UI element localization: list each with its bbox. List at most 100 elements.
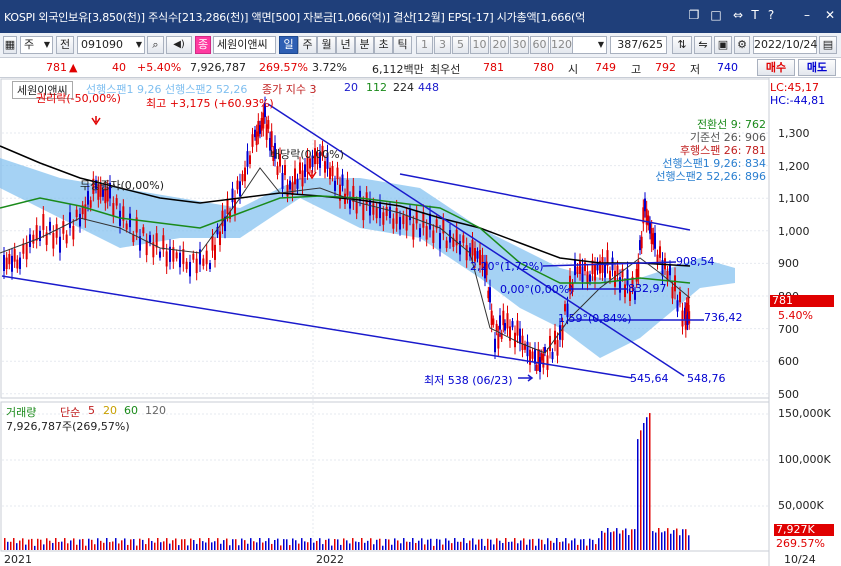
interval-button-3[interactable]: 3 — [434, 36, 451, 54]
code-input[interactable]: 091090 ▼ — [77, 36, 145, 54]
level-label-3: 736,42 — [704, 311, 743, 324]
turnover: 3.72% — [312, 61, 347, 74]
rights-drop-annotation: 권리락(-50,00%) — [36, 92, 121, 105]
chevron-down-icon: ▼ — [597, 40, 604, 49]
min-marker-icon — [518, 374, 534, 382]
price-axis-tick: 1,300 — [778, 127, 810, 140]
calendar-icon[interactable]: ▤ — [819, 36, 837, 54]
volume-axis-tick: 50,000K — [778, 499, 824, 512]
level-label-4: 545,64 — [630, 372, 669, 385]
x-label-2022: 2022 — [316, 553, 344, 566]
price-axis-tick: 500 — [778, 387, 799, 401]
vol-ma-120: 120 — [145, 404, 166, 417]
volume-axis-tick: 100,000K — [778, 453, 831, 466]
volume-percent: 269.57% — [259, 61, 308, 74]
low-label: 저 — [690, 63, 701, 76]
change-value: 40 — [112, 61, 126, 74]
window-titlebar: KOSPI 외국인보유[3,850(천)] 주식수[213,286(천)] 액면… — [0, 0, 841, 33]
minimize-icon[interactable]: – — [800, 8, 814, 22]
period-tab-5[interactable]: 초 — [374, 36, 393, 54]
price-axis-tick: 600 — [778, 355, 799, 369]
trade-amount: 6,112백만 — [372, 63, 424, 76]
max-annotation: 최고 +3,175 (+60.93%) — [146, 97, 274, 110]
dividend-annotation: 배당락(0,00%) — [270, 148, 344, 161]
angle-annotation-1: 2,20°(1,72%) — [470, 260, 544, 273]
chevron-down-icon: ▼ — [43, 40, 50, 49]
restore-icon[interactable]: ❐ — [687, 8, 701, 22]
low-price: 740 — [717, 61, 738, 74]
volume-value: 7,926,787 — [190, 61, 246, 74]
current-volume-pct: 269.57% — [776, 537, 825, 550]
search-icon[interactable]: ⌕ — [147, 36, 164, 54]
change-percent: +5.40% — [137, 61, 182, 74]
free-issue-annotation: 무상증자(0,00%) — [80, 179, 165, 192]
up-arrow-icon: ▲ — [69, 61, 78, 74]
current-pct-tag: 5.40% — [778, 309, 813, 322]
ma-448: 448 — [418, 81, 439, 94]
high-label: 고 — [631, 63, 642, 76]
chevron-down-icon: ▼ — [135, 40, 142, 49]
bid-price: 781 — [483, 61, 504, 74]
prev-button[interactable]: 전 — [56, 36, 74, 54]
volume-axis-tick: 150,000K — [778, 407, 831, 420]
chart-type-icon[interactable]: ⇋ — [694, 36, 712, 54]
interval-button-20[interactable]: 20 — [490, 36, 509, 54]
grid-icon[interactable]: ▦ — [3, 36, 17, 54]
interval-button-5[interactable]: 5 — [452, 36, 469, 54]
quote-bar: 781 ▲ 40 +5.40% 7,926,787 269.57% 3.72% … — [0, 58, 841, 78]
period-tab-0[interactable]: 일 — [279, 36, 298, 54]
price-axis-tick: 700 — [778, 322, 799, 336]
level-label-2: 832,97 — [628, 282, 667, 295]
ichimoku-legend-4: 선행스팬2 52,26: 896 — [655, 170, 766, 183]
interval-button-60[interactable]: 60 — [530, 36, 549, 54]
high-price: 792 — [655, 61, 676, 74]
speaker-icon[interactable]: ◀) — [166, 36, 192, 54]
price-axis-tick: 1,200 — [778, 159, 810, 173]
open-label: 시 — [568, 63, 579, 76]
title-text: KOSPI 외국인보유[3,850(천)] 주식수[213,286(천)] 액면… — [4, 11, 585, 24]
ma-224: 224 — [393, 81, 414, 94]
gear-icon[interactable]: ⚙ — [734, 36, 750, 54]
ma-20: 20 — [344, 81, 358, 94]
close-icon[interactable]: ✕ — [823, 8, 837, 22]
best-label: 최우선 — [430, 63, 461, 76]
flag-badge: 종 — [195, 36, 211, 54]
period-tab-1[interactable]: 주 — [298, 36, 317, 54]
min-annotation: 최저 538 (06/23) — [424, 374, 513, 387]
x-label-2021: 2021 — [4, 553, 32, 566]
text-icon[interactable]: T — [748, 8, 762, 22]
ma-112: 112 — [366, 81, 387, 94]
interval-button-120[interactable]: 120 — [550, 36, 573, 54]
period-tab-3[interactable]: 년 — [336, 36, 355, 54]
current-volume-tag: 7,927K — [774, 524, 834, 536]
date-field[interactable]: 2022/10/24 — [753, 36, 817, 54]
period-tab-4[interactable]: 분 — [355, 36, 374, 54]
level-label-1: 908,54 — [676, 255, 715, 268]
angle-annotation-2: 0,00°(0,00%) — [500, 283, 574, 296]
maximize-icon[interactable]: □ — [709, 8, 723, 22]
link-icon[interactable]: ⇔ — [731, 8, 745, 22]
chart-area[interactable]: 세원이앤씨 선행스팬1 9,26 선행스팬2 52,26 종가 지수 3 20 … — [0, 78, 841, 566]
help-icon[interactable]: ? — [764, 8, 778, 22]
current-price: 781 — [46, 61, 67, 74]
interval-button-1[interactable]: 1 — [416, 36, 433, 54]
candle-icon[interactable]: ⇅ — [672, 36, 692, 54]
angle-annotation-3: 1,59°(0,84%) — [558, 312, 632, 325]
level-label-5: 548,76 — [687, 372, 726, 385]
price-axis-tick: 1,100 — [778, 192, 810, 206]
buy-button[interactable]: 매수 — [757, 59, 795, 76]
rights-drop-marker-icon — [91, 116, 101, 126]
sell-button[interactable]: 매도 — [798, 59, 836, 76]
market-select[interactable]: 주 ▼ — [20, 36, 53, 54]
period-tab-2[interactable]: 월 — [317, 36, 336, 54]
price-axis-tick: 1,000 — [778, 224, 810, 238]
price-axis-tick: 900 — [778, 257, 799, 271]
stock-name: 세원이앤씨 — [213, 36, 276, 54]
period-tab-6[interactable]: 틱 — [393, 36, 412, 54]
date-tag: 10/24 — [784, 553, 816, 566]
interval-button-10[interactable]: 10 — [470, 36, 489, 54]
volume-value-label: 7,926,787주(269,57%) — [6, 420, 130, 433]
toolbar: ▦ 주 ▼ 전 091090 ▼ ⌕ ◀) 종 세원이앤씨 ▼ 387/625 ⇅ … — [0, 33, 841, 58]
interval-button-30[interactable]: 30 — [510, 36, 529, 54]
save-icon[interactable]: ▣ — [714, 36, 732, 54]
